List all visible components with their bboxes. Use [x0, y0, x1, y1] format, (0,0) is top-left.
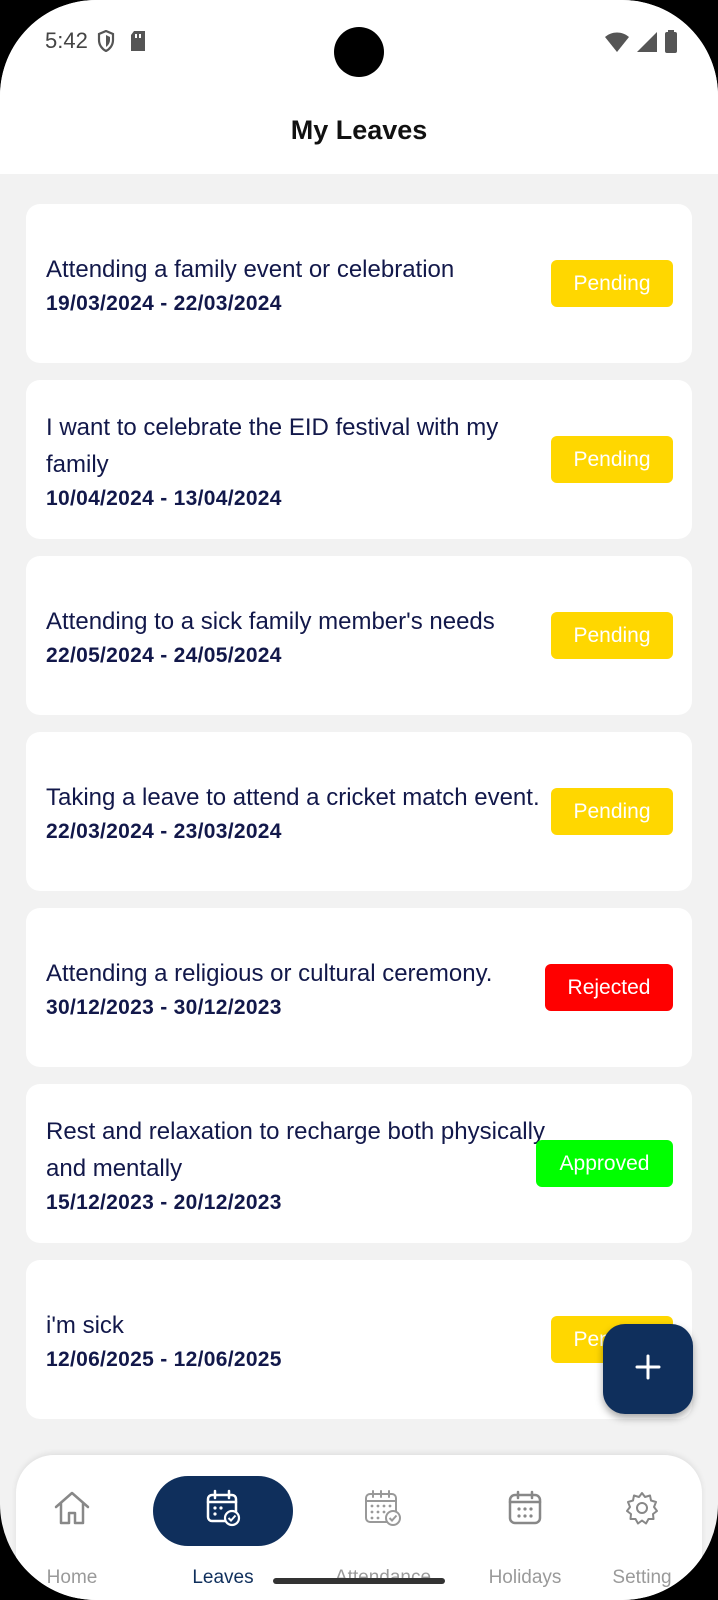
leave-card[interactable]: Attending to a sick family member's need… [26, 556, 692, 715]
leave-dates: 30/12/2023 - 30/12/2023 [46, 996, 282, 1019]
leave-card[interactable]: I want to celebrate the EID festival wit… [26, 380, 692, 539]
nav-item-leaves[interactable]: Leaves [153, 1455, 293, 1595]
leave-card[interactable]: Taking a leave to attend a cricket match… [26, 732, 692, 891]
leave-reason: Attending to a sick family member's need… [46, 608, 495, 635]
gear-icon [625, 1491, 659, 1530]
app-bar: My Leaves [0, 86, 718, 174]
status-time: 5:42 [45, 28, 88, 53]
leave-dates: 22/03/2024 - 23/03/2024 [46, 820, 282, 843]
nav-item-home[interactable]: Home [2, 1455, 142, 1595]
leave-card[interactable]: Rest and relaxation to recharge both phy… [26, 1084, 692, 1243]
status-badge: Approved [536, 1140, 673, 1187]
nav-label: Home [46, 1567, 98, 1588]
nav-item-setting[interactable]: Setting [572, 1455, 712, 1595]
leave-dates: 12/06/2025 - 12/06/2025 [46, 1348, 282, 1371]
attendance-calendar-icon [364, 1489, 402, 1532]
status-badge: Rejected [545, 964, 673, 1011]
page-title: My Leaves [290, 114, 428, 145]
nav-item-attendance[interactable]: Attendance [313, 1455, 453, 1595]
status-bar: 5:42 [0, 0, 718, 86]
leave-dates: 19/03/2024 - 22/03/2024 [46, 292, 282, 315]
camera-cutout [334, 27, 384, 77]
leave-reason: Taking a leave to attend a cricket match… [46, 784, 540, 811]
leave-dates: 10/04/2024 - 13/04/2024 [46, 486, 282, 510]
home-icon [52, 1488, 92, 1533]
battery-icon [664, 30, 678, 59]
shield-icon [97, 29, 115, 57]
status-badge: Pending [551, 788, 673, 835]
calendar-check-icon [205, 1489, 241, 1532]
leave-card[interactable]: Attending a family event or celebration … [26, 204, 692, 363]
nav-label: Setting [612, 1567, 672, 1588]
wifi-icon [604, 31, 630, 58]
leave-reason: i'm sick [46, 1312, 124, 1339]
leave-reason: I want to celebrate the EID festival wit… [46, 413, 499, 478]
leave-dates: 22/05/2024 - 24/05/2024 [46, 644, 282, 667]
status-badge: Pending [551, 436, 673, 483]
status-badge: Pending [551, 260, 673, 307]
nav-label: Leaves [192, 1567, 254, 1588]
leave-list: Attending a family event or celebration … [26, 204, 692, 1436]
leave-reason: Attending a religious or cultural ceremo… [46, 960, 493, 987]
plus-icon [634, 1353, 662, 1386]
status-badge: Pending [551, 612, 673, 659]
leave-card[interactable]: Attending a religious or cultural ceremo… [26, 908, 692, 1067]
phone-screen: 5:42 My Leaves Attending a family event … [0, 0, 718, 1600]
leave-dates: 15/12/2023 - 20/12/2023 [46, 1190, 282, 1214]
home-indicator[interactable] [273, 1578, 445, 1584]
add-leave-button[interactable] [603, 1324, 693, 1414]
signal-icon [636, 31, 658, 58]
leave-card[interactable]: i'm sick 12/06/2025 - 12/06/2025 Pending [26, 1260, 692, 1419]
leave-reason: Rest and relaxation to recharge both phy… [46, 1117, 545, 1182]
leave-reason: Attending a family event or celebration [46, 256, 455, 283]
calendar-icon [507, 1490, 543, 1531]
sd-card-icon [129, 30, 147, 57]
